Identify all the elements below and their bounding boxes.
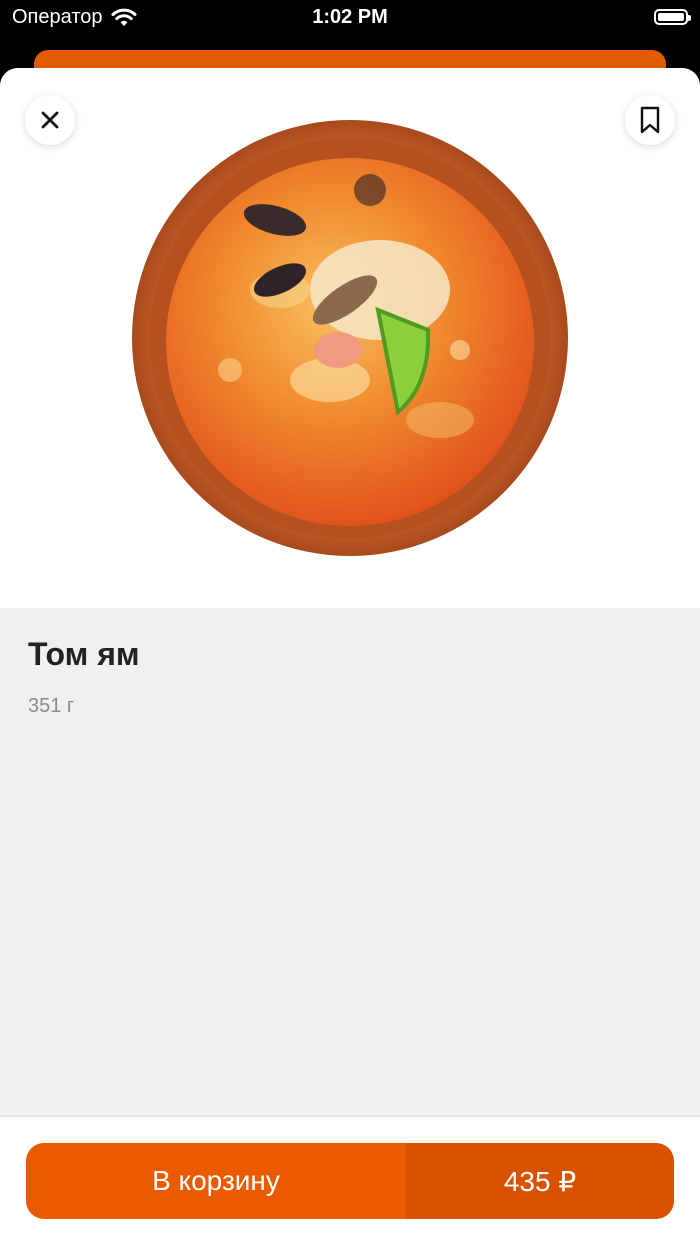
- product-weight: 351 г: [28, 695, 75, 717]
- product-info: Том ям 351 г: [28, 636, 140, 718]
- product-image-area: [0, 68, 700, 608]
- status-bar: Оператор 1:02 PM: [0, 0, 700, 40]
- add-to-cart-button[interactable]: В корзину 435 ₽: [26, 1143, 674, 1219]
- product-sheet: Том ям 351 г В корзину 435 ₽: [0, 68, 700, 1244]
- battery-icon: [654, 9, 691, 25]
- bookmark-icon: [640, 106, 660, 134]
- product-title: Том ям: [28, 636, 140, 672]
- price-label[interactable]: 435 ₽: [406, 1143, 674, 1219]
- add-to-cart-label[interactable]: В корзину: [26, 1143, 406, 1219]
- close-icon: [41, 111, 59, 129]
- soup-bowl-image: [132, 120, 568, 556]
- bottom-bar: В корзину 435 ₽: [0, 1116, 700, 1244]
- bookmark-button[interactable]: [625, 95, 675, 145]
- status-time: 1:02 PM: [312, 6, 388, 28]
- close-button[interactable]: [25, 95, 75, 145]
